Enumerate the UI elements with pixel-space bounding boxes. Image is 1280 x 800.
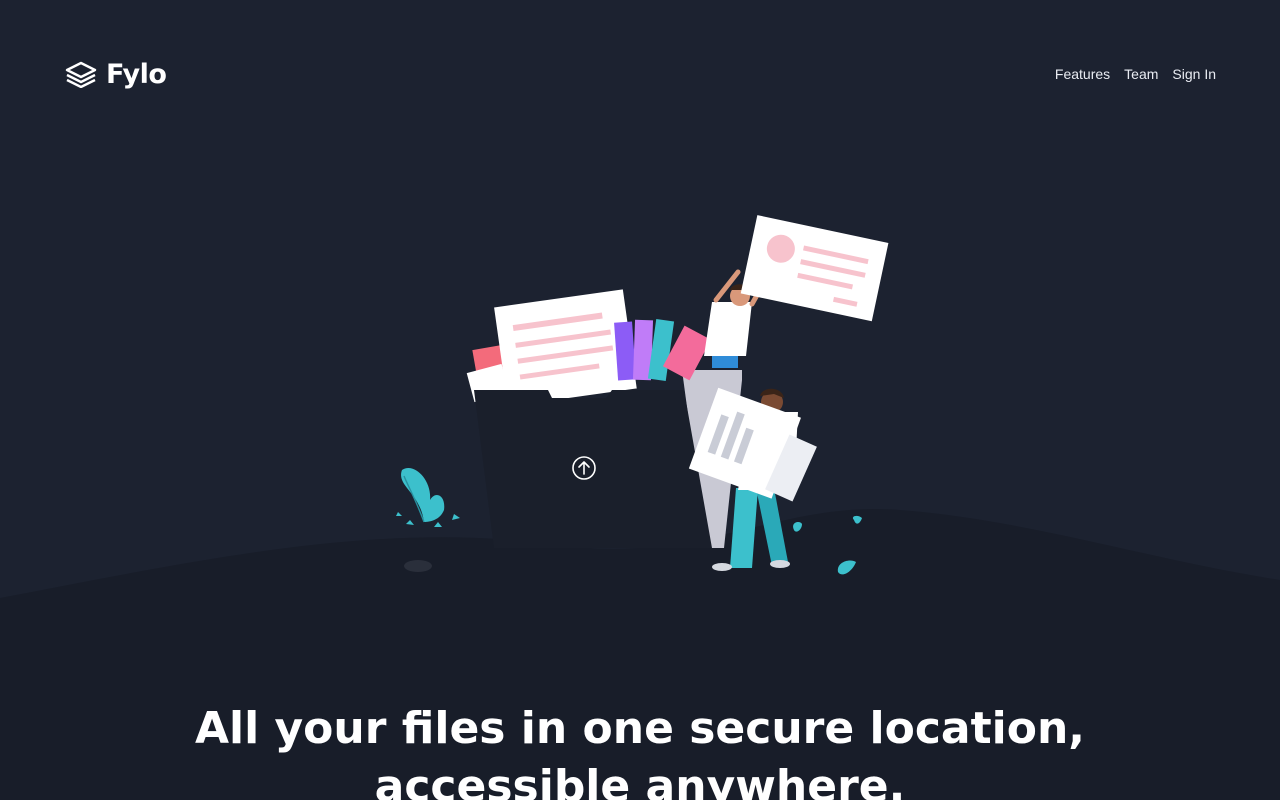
main-nav: Features Team Sign In [1055, 66, 1216, 82]
folder-front [474, 390, 712, 548]
nav-link-sign-in[interactable]: Sign In [1172, 66, 1216, 82]
nav-link-features[interactable]: Features [1055, 66, 1110, 82]
paper-document-large [494, 289, 637, 407]
brand-logo-link[interactable]: Fylo [64, 58, 167, 90]
site-header: Fylo Features Team Sign In [64, 56, 1216, 92]
hero-illustration [0, 215, 1280, 800]
poster-sign [740, 215, 889, 322]
nav-link-team[interactable]: Team [1124, 66, 1158, 82]
brand-name: Fylo [106, 58, 167, 90]
stacked-layers-icon [65, 61, 97, 88]
landing-page: Fylo Features Team Sign In All your file… [0, 0, 1280, 800]
hero-headline: All your files in one secure location, a… [194, 703, 1086, 800]
